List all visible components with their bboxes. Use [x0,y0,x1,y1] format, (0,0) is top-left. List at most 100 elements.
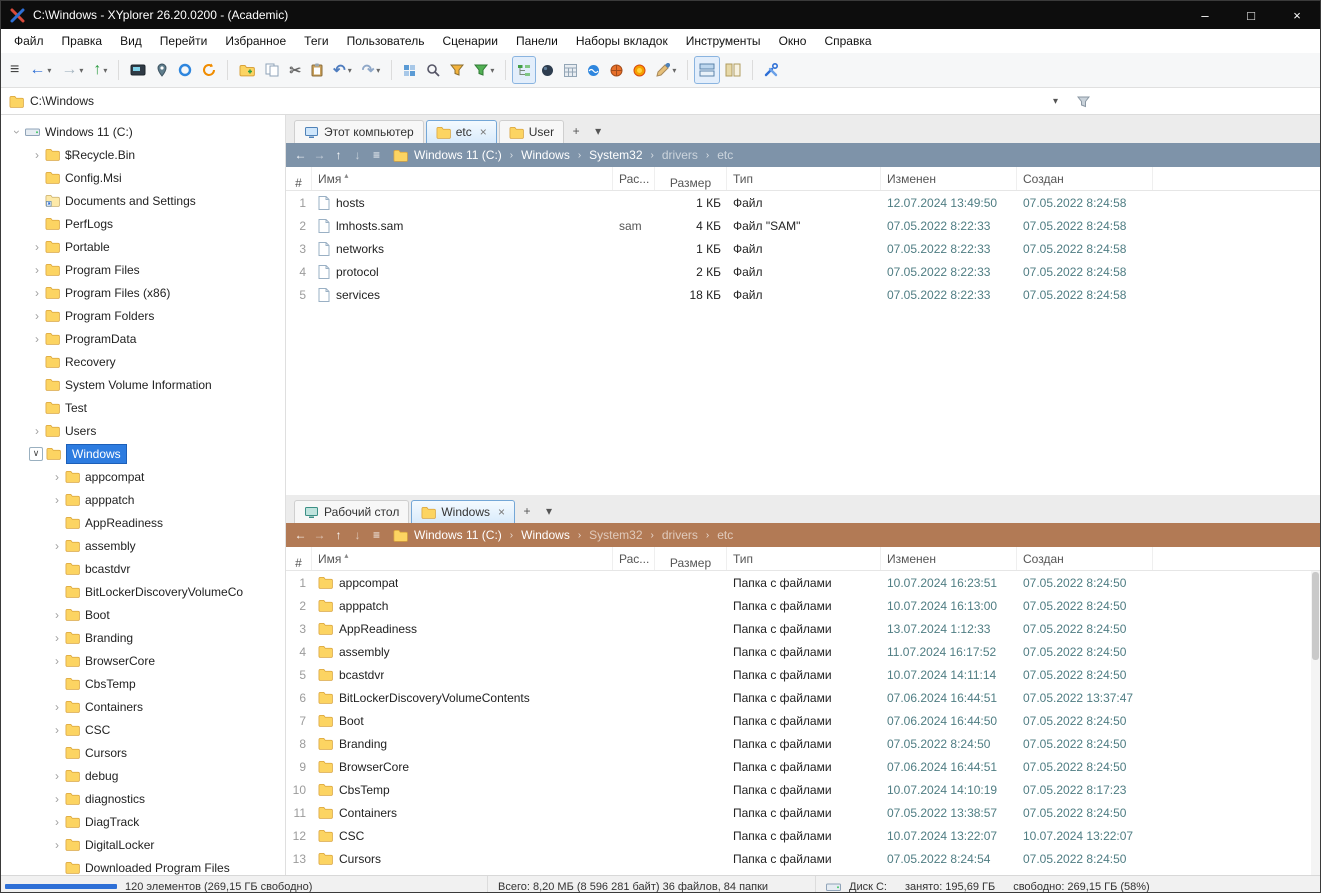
tab-close-icon[interactable]: × [498,505,505,519]
address-input[interactable]: C:\Windows [30,94,94,108]
breadcrumb-segment[interactable]: etc [717,148,733,162]
column-header[interactable]: Изменен [881,547,1017,570]
tree-item[interactable]: Config.Msi [1,166,285,189]
collapse-icon[interactable]: ∨ [29,446,43,461]
tree-item[interactable]: › ProgramData [1,327,285,350]
back-button[interactable]: ← ▾ [24,56,56,84]
crumb-menu-icon[interactable]: ≡ [368,148,385,162]
wave-button[interactable] [582,56,605,84]
expand-icon[interactable]: › [29,263,45,277]
basketball-button[interactable] [605,56,628,84]
tab[interactable]: Windows × [411,500,516,523]
file-row[interactable]: 2 lmhosts.sam sam 4 КБ Файл "SAM" 07.05.2022 … [286,214,1320,237]
tab[interactable]: Рабочий стол [294,500,410,523]
new-tab-button[interactable]: + [566,121,586,141]
crumb-menu-icon[interactable]: ≡ [368,528,385,542]
column-header[interactable]: Рас... [613,547,655,570]
tree-item[interactable]: › Program Files (x86) [1,281,285,304]
expand-icon[interactable]: › [49,631,65,645]
file-row[interactable]: 9 BrowserCore Папка с файлами 07.06.2024 16… [286,755,1320,778]
forward-icon[interactable]: → [311,148,328,162]
tab-list-button[interactable]: ▾ [539,501,559,521]
file-row[interactable]: 10 CbsTemp Папка с файлами 10.07.2024 14:10… [286,778,1320,801]
column-header[interactable]: Рас... [613,167,655,190]
tree-item[interactable]: › assembly [1,534,285,557]
file-row[interactable]: 7 Boot Папка с файлами 07.06.2024 16:44:50 0… [286,709,1320,732]
tab[interactable]: User [498,120,565,143]
tree-item[interactable]: ∨ Windows [1,442,285,465]
tree-item[interactable]: › Boot [1,603,285,626]
column-header[interactable]: Размер [655,547,727,570]
visual-filter-button[interactable]: ▾ [469,56,499,84]
search-button[interactable] [421,56,445,84]
close-button[interactable]: × [1274,1,1320,29]
expand-icon[interactable]: › [29,286,45,300]
expand-icon[interactable]: › [29,148,45,162]
tree-item[interactable]: › $Recycle.Bin [1,143,285,166]
breadcrumb-segment[interactable]: Windows 11 (C:) [414,148,502,162]
brush-button[interactable]: ▾ [651,56,681,84]
file-row[interactable]: 6 BitLockerDiscoveryVolumeContents Папка с… [286,686,1320,709]
expand-icon[interactable]: › [29,240,45,254]
file-row[interactable]: 11 Containers Папка с файлами 07.05.2022 13… [286,801,1320,824]
column-header[interactable]: Создан [1017,167,1153,190]
back-icon[interactable]: ← [292,528,309,542]
tree-item[interactable]: Documents and Settings [1,189,285,212]
tree-item[interactable]: bcastdvr [1,557,285,580]
tree-item[interactable]: Recovery [1,350,285,373]
file-row[interactable]: 3 networks 1 КБ Файл 07.05.2022 8:22:33 07.05… [286,237,1320,260]
expand-icon[interactable]: › [49,700,65,714]
new-folder-button[interactable] [234,56,260,84]
filter-button[interactable] [445,56,469,84]
address-filter-icon[interactable] [1077,95,1090,108]
screen-button[interactable] [125,56,151,84]
file-row[interactable]: 2 apppatch Папка с файлами 10.07.2024 16:13… [286,594,1320,617]
vertical-scrollbar[interactable] [1311,571,1320,875]
scrollbar-thumb[interactable] [1312,572,1319,660]
column-header[interactable]: Изменен [881,167,1017,190]
tree-item[interactable]: › BrowserCore [1,649,285,672]
menu-item[interactable]: Справка [815,31,880,51]
column-header[interactable]: # [286,547,312,570]
address-dropdown-icon[interactable]: ▾ [1053,96,1058,107]
location-pin-button[interactable] [151,56,173,84]
menu-item[interactable]: Перейти [151,31,217,51]
tree-item[interactable]: › Containers [1,695,285,718]
tree-item[interactable]: Downloaded Program Files [1,856,285,875]
file-row[interactable]: 4 protocol 2 КБ Файл 07.05.2022 8:22:33 07.05… [286,260,1320,283]
undo-button[interactable]: ↶ ▾ [328,56,357,84]
up-icon[interactable]: ↑ [330,148,347,162]
refresh-button[interactable] [197,56,221,84]
file-row[interactable]: 5 services 18 КБ Файл 07.05.2022 8:22:33 07.0… [286,283,1320,306]
breadcrumb-segment[interactable]: drivers [662,148,698,162]
sphere-button[interactable] [536,56,559,84]
redo-button[interactable]: ↷ ▾ [357,56,386,84]
column-header[interactable]: Имя ▴ [312,547,613,570]
expand-icon[interactable]: › [29,424,45,438]
tree-item[interactable]: System Volume Information [1,373,285,396]
menu-item[interactable]: Панели [507,31,567,51]
views-button[interactable] [398,56,421,84]
menu-item[interactable]: Инструменты [677,31,770,51]
column-header[interactable]: Тип [727,167,881,190]
expand-icon[interactable]: › [49,723,65,737]
tree-item[interactable]: › CSC [1,718,285,741]
tab[interactable]: Этот компьютер [294,120,424,143]
calculator-button[interactable] [559,56,582,84]
expand-icon[interactable]: › [49,792,65,806]
tree-item[interactable]: CbsTemp [1,672,285,695]
expand-icon[interactable]: › [49,608,65,622]
file-row[interactable]: 4 assembly Папка с файлами 11.07.2024 16:17… [286,640,1320,663]
tree-item[interactable]: › DigitalLocker [1,833,285,856]
tree-item[interactable]: › Windows 11 (C:) [1,120,285,143]
minimize-button[interactable]: – [1182,1,1228,29]
expand-icon[interactable]: › [49,838,65,852]
tab[interactable]: etc × [425,120,497,143]
down-icon[interactable]: ↓ [349,528,366,542]
expand-icon[interactable]: › [49,769,65,783]
tree-item[interactable]: Cursors [1,741,285,764]
expand-icon[interactable]: › [49,815,65,829]
menu-item[interactable]: Избранное [216,31,295,51]
tree-item[interactable]: › diagnostics [1,787,285,810]
file-row[interactable]: 1 hosts 1 КБ Файл 12.07.2024 13:49:50 07.05.2… [286,191,1320,214]
